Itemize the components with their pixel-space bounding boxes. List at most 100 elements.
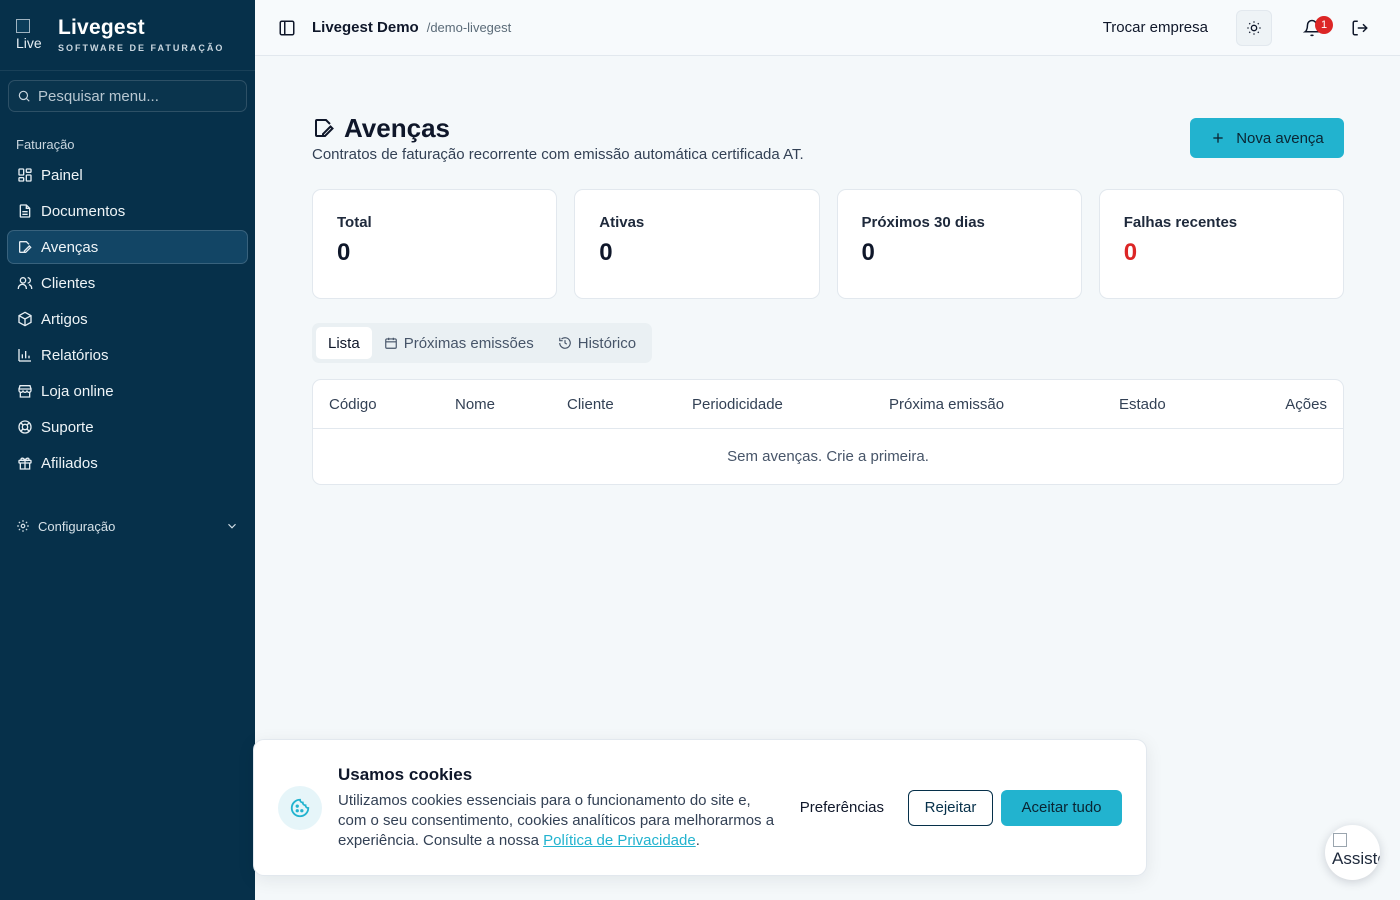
sidebar-item-suporte[interactable]: Suporte: [7, 410, 248, 444]
logout-icon: [1352, 20, 1368, 35]
sidebar-item-label: Loja online: [41, 382, 114, 400]
menu-search[interactable]: [8, 80, 247, 112]
cookie-banner: Usamos cookies Utilizamos cookies essenc…: [253, 739, 1147, 876]
column-header-estado[interactable]: Estado: [1119, 396, 1219, 413]
history-icon: [558, 337, 571, 349]
edit-icon: [315, 119, 334, 137]
stat-value: 0: [861, 239, 875, 266]
logout-button[interactable]: [1348, 16, 1372, 40]
company-slug: /demo-livegest: [426, 20, 512, 35]
stat-card-active: Ativas 0: [574, 189, 820, 299]
view-tabs: Lista Próximas emissões Histórico: [312, 323, 653, 363]
subscriptions-table: Código Nome Cliente Periodicidade Próxim…: [312, 379, 1344, 485]
chevron-down-icon: [228, 523, 236, 529]
gift-icon: [18, 457, 32, 470]
stat-value: 0: [599, 239, 613, 266]
sidebar: Live Livegest SOFTWARE DE FATURAÇÃO Fatu…: [0, 0, 255, 900]
sidebar-item-label: Documentos: [41, 202, 126, 220]
brand-subtitle: SOFTWARE DE FATURAÇÃO: [58, 43, 225, 53]
sidebar-item-label: Artigos: [41, 310, 88, 328]
package-icon: [18, 311, 32, 327]
cookie-icon: [278, 785, 322, 830]
page-subtitle: Contratos de faturação recorrente com em…: [312, 146, 804, 163]
sidebar-item-documentos[interactable]: Documentos: [7, 194, 248, 228]
lifebuoy-icon: [18, 420, 32, 434]
sidebar-item-label: Afiliados: [41, 454, 98, 472]
column-header-periodicidade[interactable]: Periodicidade: [692, 396, 889, 413]
dashboard-icon: [18, 168, 32, 182]
edit-icon: [19, 241, 32, 253]
tab-historico[interactable]: Histórico: [546, 327, 648, 359]
privacy-policy-link[interactable]: Política de Privacidade: [543, 832, 696, 849]
section-label-faturacao: Faturação: [16, 137, 75, 152]
panel-left-icon: [279, 20, 295, 35]
sidebar-item-label: Suporte: [41, 418, 94, 436]
sidebar-item-clientes[interactable]: Clientes: [7, 266, 248, 300]
document-icon: [19, 204, 31, 218]
sidebar-item-afiliados[interactable]: Afiliados: [7, 446, 248, 480]
tab-lista[interactable]: Lista: [316, 327, 372, 359]
switch-company-button[interactable]: Trocar empresa: [1103, 19, 1208, 36]
brand-name: Livegest: [58, 16, 145, 39]
sidebar-item-label: Avenças: [41, 238, 99, 256]
gear-icon: [17, 520, 29, 532]
users-icon: [17, 277, 33, 289]
company-name: Livegest Demo: [312, 19, 419, 36]
bar-chart-icon: [18, 349, 31, 362]
page-title: Avenças: [312, 112, 1190, 144]
sidebar-item-loja-online[interactable]: Loja online: [7, 374, 248, 408]
calendar-icon: [384, 337, 397, 349]
store-icon: [18, 385, 32, 398]
stat-label: Total: [337, 214, 372, 231]
column-header-cliente[interactable]: Cliente: [567, 396, 692, 413]
stats-row: Total 0 Ativas 0 Próximos 30 dias 0 Falh…: [312, 189, 1344, 299]
sidebar-item-avencas[interactable]: Avenças: [7, 230, 248, 264]
tab-label: Lista: [328, 334, 360, 352]
tab-proximas-emissoes[interactable]: Próximas emissões: [372, 327, 546, 359]
column-header-acoes: Ações: [1285, 395, 1327, 413]
search-icon: [18, 90, 30, 102]
page-title-text: Avenças: [344, 112, 450, 143]
stat-label: Ativas: [599, 214, 645, 231]
sidebar-item-label: Painel: [41, 166, 83, 184]
assistant-alt-text: Assistente: [1332, 849, 1380, 868]
theme-toggle-button[interactable]: [1236, 9, 1272, 46]
sidebar-item-relatorios[interactable]: Relatórios: [7, 338, 248, 372]
notifications-badge: 1: [1315, 15, 1333, 34]
tab-label: Próximas emissões: [403, 334, 534, 352]
table-header: Código Nome Cliente Periodicidade Próxim…: [313, 380, 1343, 429]
stat-label: Falhas recentes: [1123, 214, 1238, 231]
stat-value: 0: [337, 239, 351, 266]
stat-card-next-30-days: Próximos 30 dias 0: [836, 189, 1082, 299]
sidebar-toggle-button[interactable]: [276, 17, 298, 39]
column-header-codigo[interactable]: Código: [329, 396, 455, 413]
sidebar-item-painel[interactable]: Painel: [7, 158, 248, 192]
sun-icon: [1247, 20, 1261, 35]
cookie-reject-button[interactable]: Rejeitar: [908, 789, 993, 826]
sidebar-config-toggle[interactable]: Configuração: [0, 514, 255, 538]
brand[interactable]: Live Livegest SOFTWARE DE FATURAÇÃO: [0, 0, 255, 71]
sidebar-config-label: Configuração: [38, 518, 116, 534]
cookie-body: Utilizamos cookies essenciais para o fun…: [338, 791, 775, 849]
sidebar-item-label: Clientes: [41, 274, 96, 292]
brand-logo: Live: [16, 19, 48, 51]
menu-search-input[interactable]: [38, 87, 238, 105]
column-header-proxima-emissao[interactable]: Próxima emissão: [889, 396, 1119, 413]
cookie-accept-all-button[interactable]: Aceitar tudo: [1001, 789, 1122, 826]
notifications-button[interactable]: 1: [1294, 10, 1333, 46]
cookie-preferences-button[interactable]: Preferências: [800, 799, 884, 816]
new-subscription-label: Nova avença: [1236, 129, 1324, 147]
assistant-launcher-button[interactable]: Assistente: [1325, 825, 1380, 880]
stat-value: 0: [1123, 239, 1138, 266]
column-header-nome[interactable]: Nome: [455, 396, 567, 413]
sidebar-item-artigos[interactable]: Artigos: [7, 302, 248, 336]
sidebar-nav: Painel Documentos Avenças Clientes Artig…: [0, 158, 255, 480]
new-subscription-button[interactable]: Nova avença: [1190, 118, 1344, 158]
stat-label: Próximos 30 dias: [861, 214, 985, 231]
table-empty-state: Sem avenças. Crie a primeira.: [727, 448, 929, 465]
assistant-image-placeholder: [1333, 833, 1347, 847]
topbar: Livegest Demo /demo-livegest Trocar empr…: [255, 0, 1400, 56]
stat-card-recent-failures: Falhas recentes 0: [1098, 189, 1344, 299]
main-content: Avenças Contratos de faturação recorrent…: [312, 112, 1344, 485]
stat-card-total: Total 0: [312, 189, 558, 299]
